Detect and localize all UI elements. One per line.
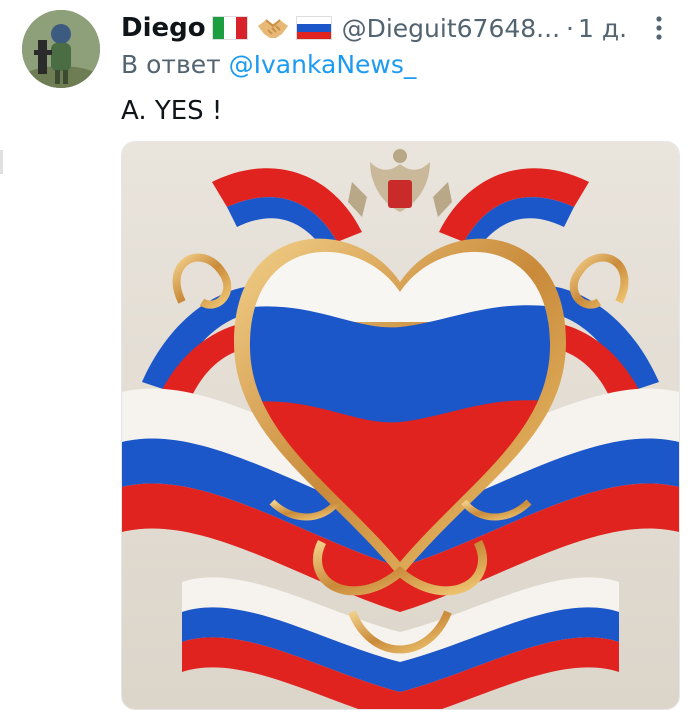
author-handle[interactable]: @Dieguit67648...: [342, 14, 560, 43]
handshake-icon: [256, 14, 290, 42]
reply-context: В ответ @IvankaNews_: [121, 50, 416, 79]
reply-prefix: В ответ: [121, 50, 221, 79]
russia-flag-icon: [295, 16, 332, 40]
avatar[interactable]: [22, 10, 100, 88]
tweet-text: A. YES !: [121, 96, 223, 126]
more-options-icon[interactable]: [652, 14, 666, 42]
tweet-header: Diego @Dieguit67648... · 1 д.: [121, 10, 627, 46]
tweet-image[interactable]: [121, 141, 680, 710]
italy-flag-icon: [211, 16, 248, 40]
author-name[interactable]: Diego: [121, 13, 206, 43]
reply-mention-link[interactable]: @IvankaNews_: [229, 50, 417, 79]
thread-line: [0, 150, 3, 174]
tweet-card[interactable]: Diego @Dieguit67648... · 1 д. В ответ @I…: [0, 0, 700, 726]
tweet-time[interactable]: 1 д.: [578, 14, 627, 43]
header-separator: ·: [566, 13, 574, 43]
